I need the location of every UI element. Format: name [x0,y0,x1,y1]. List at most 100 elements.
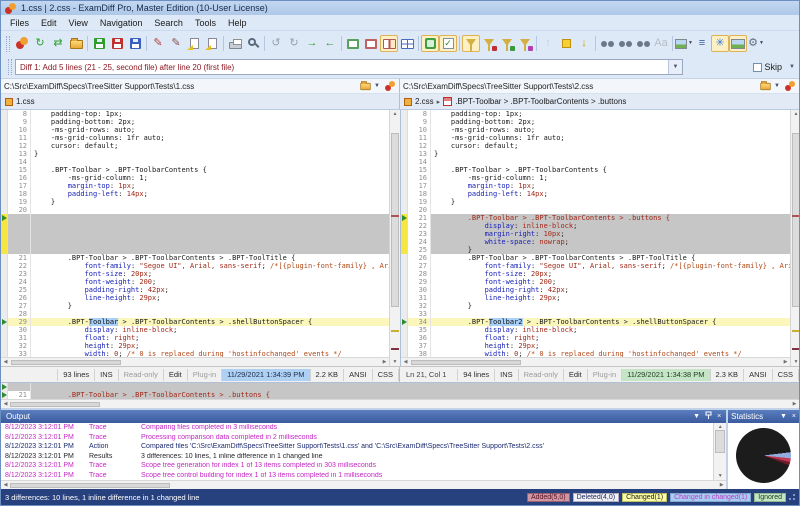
second-file-code[interactable]: 8 padding-top: 1px;9 padding-bottom: 2px… [401,110,790,357]
second-file-line[interactable]: 30 padding-right: 42px; [401,286,790,294]
first-file-line[interactable]: 22 font-family: "Segoe UI", Arial, sans-… [1,262,389,270]
first-file-hscrollbar[interactable]: ◀▶ [1,357,389,366]
redo-icon[interactable]: ↻ [285,35,303,52]
second-file-line[interactable]: 23 margin-right: 10px; [401,230,790,238]
first-file-line[interactable]: 8 padding-top: 1px; [1,110,389,118]
first-file-vscrollbar[interactable]: ▲▼ [389,110,400,366]
menu-search[interactable]: Search [148,17,189,29]
match-case-icon[interactable]: Aa [652,35,670,52]
first-file-line[interactable]: 14 [1,158,389,166]
first-file-line[interactable]: 29 .BPT-Toolbar > .BPT-ToolbarContents >… [1,318,389,326]
statistics-menu-icon[interactable]: ▼ [780,413,787,420]
first-file-line[interactable]: 28 [1,310,389,318]
open-files-icon[interactable] [67,35,85,52]
output-log-row[interactable]: 8/12/2023 3:12:01 PMTraceComparing files… [1,424,713,434]
first-file-line[interactable]: 32 height: 29px; [1,342,389,350]
first-file-line[interactable] [1,246,389,254]
first-file-line[interactable]: 21 .BPT-Toolbar > .BPT-ToolbarContents >… [1,254,389,262]
second-file-compare-icon[interactable] [785,81,795,91]
diff-combo-dropdown-icon[interactable]: ▼ [668,60,682,74]
print-preview-icon[interactable] [244,35,262,52]
first-file-line[interactable]: 9 padding-bottom: 2px; [1,118,389,126]
browse-second-file-icon[interactable] [760,83,770,90]
first-file-line[interactable]: 24 font-weight: 200; [1,278,389,286]
output-log-row[interactable]: 8/12/2023 3:12:01 PMTraceScope tree cont… [1,472,713,481]
second-file-line[interactable]: 34 .BPT-Toolbar2 > .BPT-ToolbarContents … [401,318,790,326]
show-second-file-icon[interactable] [362,35,380,52]
output-log-row[interactable]: 8/12/2023 3:12:01 PMResults3 differences… [1,453,713,463]
ignore-options-icon[interactable]: ✳ [711,35,729,52]
compare-files-icon[interactable] [13,35,31,52]
second-file-line[interactable]: 35 display: inline-block; [401,326,790,334]
second-file-line[interactable]: 37 height: 29px; [401,342,790,350]
first-file-line[interactable]: 33 width: 0; /* 0 is replaced during 'ho… [1,350,389,357]
split-view-icon[interactable] [380,35,398,52]
skip-checkbox[interactable] [753,63,762,72]
menu-files[interactable]: Files [4,17,35,29]
first-file-line[interactable]: 15 .BPT-Toolbar > .BPT-ToolbarContents { [1,166,389,174]
second-file-line[interactable]: 11 -ms-grid-columns: 1fr auto; [401,134,790,142]
menu-help[interactable]: Help [222,17,253,29]
browse-first-file-icon[interactable] [360,83,370,90]
second-file-line[interactable]: 16 -ms-grid-column: 1; [401,174,790,182]
current-diff-detail-pane[interactable]: 21 .BPT-Toolbar > .BPT-ToolbarContents >… [1,382,799,399]
diffbar-overflow-icon[interactable]: ▼ [789,64,795,70]
first-file-line[interactable]: 16 -ms-grid-column: 1; [1,174,389,182]
detail-line[interactable] [1,383,799,391]
breadcrumb[interactable]: .BPT-Toolbar > .BPT-ToolbarContents > .b… [455,97,626,106]
second-file-line[interactable]: 36 float: right; [401,334,790,342]
second-file-line[interactable]: 31 line-height: 29px; [401,294,790,302]
first-file-code[interactable]: 8 padding-top: 1px;9 padding-bottom: 2px… [1,110,389,357]
second-file-vscrollbar[interactable]: ▲▼ [790,110,800,366]
menu-view[interactable]: View [63,17,94,29]
save-both-files-icon[interactable] [126,35,144,52]
first-file-line[interactable]: 31 float: right; [1,334,389,342]
second-file-line[interactable]: 21 .BPT-Toolbar > .BPT-ToolbarContents >… [401,214,790,222]
menu-edit[interactable]: Edit [35,17,63,29]
undo-icon[interactable]: ↺ [267,35,285,52]
show-line-checkboxes-icon[interactable]: ✓ [439,35,457,52]
first-file-path[interactable]: C:\Src\ExamDiff\Specs\TreeSitter Support… [4,82,359,91]
first-file-line[interactable]: 17 margin-top: 1px; [1,182,389,190]
snapshot-icon[interactable]: ▼ [675,35,693,52]
detail-line[interactable]: 21 .BPT-Toolbar > .BPT-ToolbarContents >… [1,391,799,399]
first-file-line[interactable]: 10 -ms-grid-rows: auto; [1,126,389,134]
diff-type-badge[interactable]: Changed in changed(1) [670,493,751,502]
second-file-line[interactable]: 32 } [401,302,790,310]
menu-tools[interactable]: Tools [189,17,222,29]
current-difference-icon[interactable] [557,35,575,52]
show-changed-lines-icon[interactable] [498,35,516,52]
second-file-line[interactable]: 8 padding-top: 1px; [401,110,790,118]
save-first-file-icon[interactable] [90,35,108,52]
first-file-tab[interactable]: 1.css [16,97,35,106]
next-difference-icon[interactable]: → [303,35,321,52]
second-file-line[interactable]: 12 cursor: default; [401,142,790,150]
second-path-dropdown-icon[interactable]: ▼ [774,83,780,89]
second-file-line[interactable]: 17 margin-top: 1px; [401,182,790,190]
first-file-line[interactable]: 20 [1,206,389,214]
second-file-line[interactable]: 25 } [401,246,790,254]
print-icon[interactable] [226,35,244,52]
second-file-line[interactable]: 9 padding-bottom: 2px; [401,118,790,126]
output-close-icon[interactable]: × [717,413,721,420]
menu-navigation[interactable]: Navigation [94,17,149,29]
edit-first-file-icon[interactable]: ✎ [149,35,167,52]
find-next-icon[interactable] [616,35,634,52]
second-file-line[interactable]: 15 .BPT-Toolbar > .BPT-ToolbarContents { [401,166,790,174]
find-previous-icon[interactable] [634,35,652,52]
first-file-line[interactable]: 19 } [1,198,389,206]
detail-hscrollbar[interactable]: ◀ ▶ [1,399,799,408]
previous-change-icon[interactable]: ↑ [539,35,557,52]
current-diff-combo[interactable]: Diff 1: Add 5 lines (21 - 25, second fil… [15,59,683,75]
options-gear-icon[interactable]: ⚙▼ [747,35,765,52]
second-file-line[interactable]: 22 display: inline-block; [401,222,790,230]
second-file-line[interactable]: 13} [401,150,790,158]
second-file-tab[interactable]: 2.css [415,97,434,106]
output-menu-icon[interactable]: ▼ [693,413,700,420]
second-file-line[interactable]: 24 white-space: nowrap; [401,238,790,246]
diff-type-badge[interactable]: Ignored [754,493,786,502]
copy-block-right-icon[interactable] [203,35,221,52]
second-file-line[interactable]: 27 font-family: "Segoe UI", Arial, sans-… [401,262,790,270]
second-file-line[interactable]: 38 width: 0; /* 0 is replaced during 'ho… [401,350,790,357]
diffbar-grip[interactable] [8,59,12,75]
